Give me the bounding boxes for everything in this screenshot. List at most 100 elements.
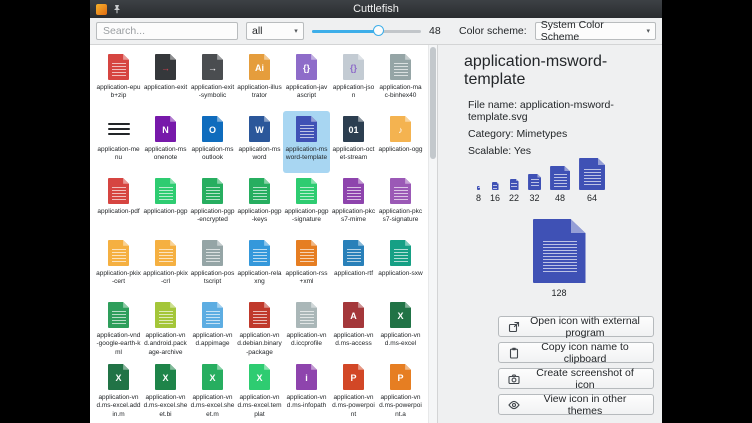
icon-grid-item[interactable]: Xapplication-vnd.ms-excel.sheet.m <box>189 359 236 421</box>
action-button-label: Open icon with external program <box>526 315 644 339</box>
chevron-down-icon: ▾ <box>646 27 650 35</box>
icon-grid-item[interactable]: application-msword-template <box>283 111 330 173</box>
icon-grid-item[interactable]: Xapplication-vnd.ms-excel.addin.m <box>95 359 142 421</box>
size-preview-32: 32 <box>528 174 541 203</box>
icon-grid-item[interactable]: application-pkcs7-mime <box>330 173 377 235</box>
size-previews: 81622324864 <box>476 167 654 203</box>
open-external-button[interactable]: Open icon with external program <box>498 316 654 337</box>
application-vnd.ms-excel.sheet.m-icon: X <box>202 362 223 392</box>
icon-grid-item-label: application-vnd.ms-access <box>331 332 376 349</box>
icon-grid-item[interactable]: application-pkix-cert <box>95 235 142 297</box>
titlebar[interactable]: Cuttlefish <box>90 0 662 18</box>
application-msoutlook-icon: O <box>202 114 223 144</box>
icon-grid-item[interactable]: {} application-json <box>330 49 377 111</box>
search-input[interactable] <box>96 22 238 40</box>
icon-grid-item-label: application-exit <box>143 84 188 92</box>
icon-grid-item[interactable]: application-relaxng <box>236 235 283 297</box>
themes-icon <box>508 399 520 411</box>
application-json-icon: {} <box>343 52 364 82</box>
icon-grid-item[interactable]: application-rtf <box>330 235 377 297</box>
icon-grid-item[interactable]: application-pgp-signature <box>283 173 330 235</box>
icon-grid-item[interactable]: Wapplication-msword <box>236 111 283 173</box>
size-preview-16: 16 <box>490 182 500 203</box>
icon-grid-item[interactable]: application-mac-binhex40 <box>377 49 424 111</box>
icon-grid-item-label: application-rss+xml <box>284 270 329 287</box>
icon-grid-item[interactable]: application-pkix-crl <box>142 235 189 297</box>
application-vnd.ms-powerpoint-icon: P <box>343 362 364 392</box>
icon-grid-item[interactable]: {}application-javascript <box>283 49 330 111</box>
icon-grid-item[interactable]: Xapplication-vnd.ms-excel.sheet.bi <box>142 359 189 421</box>
cuttlefish-window: Cuttlefish all ▾ 48 Color scheme: System… <box>90 0 662 423</box>
icon-grid-item[interactable]: application-pgp-encrypted <box>189 173 236 235</box>
icon-grid-item[interactable]: ♪ application-ogg <box>377 111 424 173</box>
icon-grid-item[interactable]: application-pgp-keys <box>236 173 283 235</box>
copy-name-button[interactable]: Copy icon name to clipboard <box>498 342 654 363</box>
icon-grid-item[interactable]: →application-exit-symbolic <box>189 49 236 111</box>
color-scheme-dropdown[interactable]: System Color Scheme ▾ <box>535 22 656 40</box>
icon-grid-scrollbar[interactable] <box>428 45 437 423</box>
icon-grid-item[interactable]: Xapplication-vnd.ms-excel <box>377 297 424 359</box>
icon-grid-item[interactable]: iapplication-vnd.ms-infopath <box>283 359 330 421</box>
icon-grid-item[interactable]: application-postscript <box>189 235 236 297</box>
size-preview-22: 22 <box>509 179 519 203</box>
scrollbar-thumb[interactable] <box>430 47 436 159</box>
icon-grid-item[interactable]: → application-exit <box>142 49 189 111</box>
icon-grid-item[interactable]: application-epub+zip <box>95 49 142 111</box>
application-exit-icon: → <box>155 52 176 82</box>
icon-grid-item-label: application-vnd.appimage <box>190 332 235 349</box>
icon-grid-item-label: application-pgp <box>143 208 188 216</box>
icon-grid-item[interactable]: Papplication-vnd.ms-powerpoint <box>330 359 377 421</box>
icon-grid-item[interactable]: application-vnd.debian.binary-package <box>236 297 283 359</box>
icon-grid-item[interactable]: application-vnd.appimage <box>189 297 236 359</box>
icon-grid-item-label: application-vnd.iccprofile <box>284 332 329 349</box>
screenshot-button[interactable]: Create screenshot of icon <box>498 368 654 389</box>
icon-size-slider[interactable] <box>312 22 421 40</box>
pin-icon[interactable] <box>112 4 122 14</box>
icon-grid-item[interactable]: Aapplication-vnd.ms-access <box>330 297 377 359</box>
icon-grid-item-label: application-vnd.ms-powerpoint.a <box>378 394 423 419</box>
application-vnd.ms-excel.sheet.bi-icon: X <box>155 362 176 392</box>
icon-grid-item[interactable]: application-vnd.iccprofile <box>283 297 330 359</box>
icon-grid-item[interactable]: application-menu <box>95 111 142 173</box>
category-filter-dropdown[interactable]: all ▾ <box>246 22 304 40</box>
window-title: Cuttlefish <box>90 0 662 18</box>
icon-grid-item[interactable]: Aiapplication-illustrator <box>236 49 283 111</box>
icon-grid-item-label: application-pkcs7-signature <box>378 208 423 225</box>
application-rss+xml-icon <box>296 238 317 268</box>
chevron-down-icon: ▾ <box>294 27 298 35</box>
icon-grid-item[interactable]: 01application-octet-stream <box>330 111 377 173</box>
icon-grid-item-label: application-vnd.debian.binary-package <box>237 332 282 357</box>
icon-grid-item[interactable]: Napplication-msonenote <box>142 111 189 173</box>
icon-grid-item[interactable]: application-rss+xml <box>283 235 330 297</box>
slider-fill <box>312 30 380 33</box>
icon-grid-item[interactable]: application-pdf <box>95 173 142 235</box>
icon-grid-item[interactable]: application-pkcs7-signature <box>377 173 424 235</box>
application-pdf-icon <box>108 176 129 206</box>
icon-grid-item[interactable]: application-sxw <box>377 235 424 297</box>
icon-grid-item[interactable]: Oapplication-msoutlook <box>189 111 236 173</box>
icon-grid-item[interactable]: application-pgp <box>142 173 189 235</box>
application-ogg-icon: ♪ <box>390 114 411 144</box>
application-vnd-google-earth-kml-icon <box>108 300 129 330</box>
icon-grid-item[interactable]: Papplication-vnd.ms-powerpoint.a <box>377 359 424 421</box>
application-vnd.ms-infopath-icon: i <box>296 362 317 392</box>
application-relaxng-icon <box>249 238 270 268</box>
icon-grid-item-label: application-sxw <box>378 270 423 278</box>
icon-grid-item[interactable]: Xapplication-vnd.ms-excel.templat <box>236 359 283 421</box>
action-button-label: Copy icon name to clipboard <box>526 341 644 365</box>
application-pkcs7-mime-icon <box>343 176 364 206</box>
icon-grid-item[interactable]: application-vnd.android.package-archive <box>142 297 189 359</box>
icon-grid-item-label: application-javascript <box>284 84 329 101</box>
application-vnd.ms-powerpoint.a-icon: P <box>390 362 411 392</box>
application-pgp-encrypted-icon <box>202 176 223 206</box>
application-msword-icon: W <box>249 114 270 144</box>
view-themes-button[interactable]: View icon in other themes <box>498 394 654 415</box>
icon-grid-item[interactable]: application-vnd-google-earth-kml <box>95 297 142 359</box>
icon-grid-item-label: application-pgp-keys <box>237 208 282 225</box>
details-file-name: File name: application-msword-template.s… <box>468 99 654 123</box>
screenshot-icon <box>508 373 520 385</box>
icon-grid-item-label: application-json <box>331 84 376 101</box>
application-epub+zip-icon <box>108 52 129 82</box>
slider-handle[interactable] <box>373 25 384 36</box>
icon-grid-item-label: application-ogg <box>378 146 423 154</box>
